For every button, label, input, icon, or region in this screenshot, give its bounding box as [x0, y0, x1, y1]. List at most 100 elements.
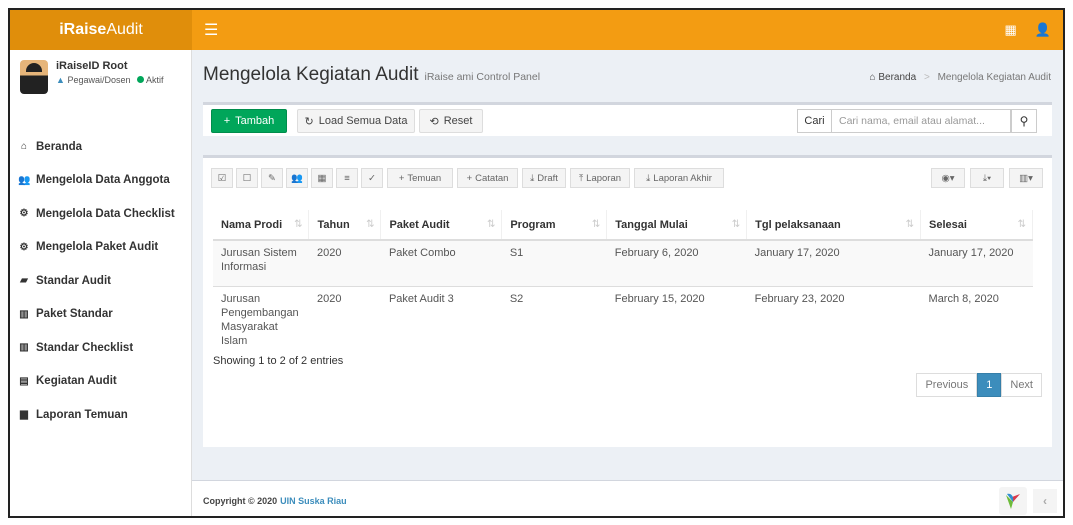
col-header-label: Tgl pelaksanaan — [755, 218, 841, 231]
previous-page-button[interactable]: Previous — [916, 373, 978, 397]
table-cell: February 15, 2020 — [606, 285, 747, 353]
sidebar: iRaiseID Root ▲ Pegawai/Dosen Aktif ⌂ Ber… — [10, 50, 192, 516]
home-icon: ⌂ — [869, 72, 876, 83]
main-content: Mengelola Kegiatan Audit iRaise ami Cont… — [192, 50, 1063, 490]
breadcrumb: ⌂ Beranda > Mengelola Kegiatan Audit — [870, 72, 1051, 83]
top-navbar: iRaise Audit ☰ ▦ 👤 — [10, 10, 1063, 50]
home-icon: ⌂ — [20, 141, 28, 153]
col-header-label: Tahun — [317, 218, 350, 231]
sidebar-item-kegiatan-audit[interactable]: ▤ Kegiatan Audit — [10, 365, 191, 399]
table-cell: 2020 — [308, 239, 381, 286]
logo-bold: iRaise — [59, 21, 107, 38]
col-header[interactable]: Selesai ⇅ — [920, 210, 1033, 241]
add-button[interactable]: + Tambah — [211, 109, 287, 133]
sort-icon: ⇅ — [591, 218, 601, 230]
reset-label: Reset — [443, 115, 473, 127]
sidebar-item-laporan-temuan[interactable]: ▆ Laporan Temuan — [10, 398, 191, 432]
pagination: Previous 1 Next — [916, 373, 1042, 397]
table-cell: January 17, 2020 — [920, 239, 1033, 286]
app-logo[interactable]: iRaise Audit — [10, 10, 192, 50]
user-icon: ▲ — [56, 75, 65, 85]
col-header[interactable]: Nama Prodi ⇅ — [213, 210, 310, 241]
audit-table: Nama Prodi ⇅ Tahun ⇅ Paket Audit ⇅ Program ⇅… — [213, 210, 1033, 353]
users-icon: 👥 — [291, 172, 303, 184]
col-header-label: Selesai — [929, 218, 967, 231]
col-header[interactable]: Program ⇅ — [501, 210, 608, 241]
sort-icon: ⇅ — [366, 218, 375, 230]
sidebar-item-data-checklist[interactable]: ⚙ Mengelola Data Checklist — [10, 197, 191, 231]
reset-button[interactable]: ⟲ Reset — [419, 109, 483, 133]
list-button[interactable]: ≡ — [336, 168, 358, 188]
sidebar-item-label: Mengelola Data Checklist — [36, 207, 175, 220]
sidebar-item-beranda[interactable]: ⌂ Beranda — [10, 130, 191, 164]
apps-grid-icon[interactable]: ▦ — [1005, 22, 1017, 38]
user-menu-icon[interactable]: 👤 — [1035, 22, 1051, 38]
export-button[interactable]: ⤓▾ — [970, 168, 1004, 188]
footer: Copyright © 2020 UIN Suska Riau ‹ — [192, 480, 1063, 516]
load-all-button[interactable]: ↻ Load Semua Data — [297, 109, 415, 133]
table-cell: 2020 — [308, 285, 381, 353]
copyright-text: Copyright © 2020 — [203, 495, 278, 506]
view-toggle-button[interactable]: ◉▾ — [931, 168, 965, 188]
col-header[interactable]: Tanggal Mulai ⇅ — [606, 210, 748, 241]
bar-chart-icon: ▥ — [19, 308, 29, 320]
user-name: iRaiseID Root — [56, 60, 128, 72]
refresh-icon: ↻ — [304, 115, 314, 128]
members-button[interactable]: 👥 — [286, 168, 308, 188]
search-input[interactable]: Cari nama, email atau alamat... — [831, 109, 1011, 133]
sort-icon: ⇅ — [1017, 218, 1026, 230]
reset-icon: ⟲ — [429, 115, 439, 128]
page-1-button[interactable]: 1 — [977, 373, 1002, 397]
col-header[interactable]: Paket Audit ⇅ — [380, 210, 503, 241]
table-cell: Paket Combo — [380, 239, 502, 286]
sidebar-item-data-anggota[interactable]: 👥 Mengelola Data Anggota — [10, 164, 191, 198]
table-cell: Jurusan Sistem Informasi — [213, 239, 309, 286]
table-row[interactable]: Jurusan Pengembangan Masyarakat Islam 20… — [213, 285, 1033, 353]
check-all-button[interactable]: ☑ — [211, 168, 233, 188]
col-header-label: Program — [510, 218, 556, 231]
next-page-button[interactable]: Next — [1001, 373, 1042, 397]
uncheck-all-button[interactable]: ☐ — [236, 168, 258, 188]
app-window: iRaise Audit ☰ ▦ 👤 iRaiseID Root ▲ Pegawa… — [8, 8, 1065, 518]
search-button[interactable]: ⚲ — [1011, 109, 1037, 133]
catatan-button[interactable]: + Catatan — [457, 168, 518, 188]
calendar-icon: ▦ — [317, 172, 327, 184]
collapse-arrow-icon[interactable]: ‹ — [1033, 489, 1057, 513]
sidebar-item-standar-audit[interactable]: ▰ Standar Audit — [10, 264, 191, 298]
sidebar-item-label: Mengelola Paket Audit — [36, 241, 159, 254]
sidebar-item-label: Standar Checklist — [36, 341, 134, 354]
sidebar-item-paket-standar[interactable]: ▥ Paket Standar — [10, 298, 191, 332]
menu-toggle-icon[interactable]: ☰ — [204, 20, 218, 40]
avatar — [20, 60, 48, 94]
sidebar-item-label: Paket Standar — [36, 308, 113, 321]
table-cell: March 8, 2020 — [920, 285, 1033, 353]
col-header[interactable]: Tahun ⇅ — [308, 210, 382, 241]
calendar-button[interactable]: ▦ — [311, 168, 333, 188]
plus-icon: + — [223, 115, 231, 127]
user-status: Aktif — [146, 75, 164, 85]
temuan-button[interactable]: + Temuan — [387, 168, 453, 188]
breadcrumb-home[interactable]: Beranda — [878, 72, 916, 83]
table-cell: Jurusan Pengembangan Masyarakat Islam — [213, 285, 309, 353]
page-header: Mengelola Kegiatan Audit iRaise ami Cont… — [203, 64, 540, 86]
org-link[interactable]: UIN Suska Riau — [280, 496, 347, 506]
search-label: Cari — [797, 109, 832, 133]
edit-button[interactable]: ✎ — [261, 168, 283, 188]
data-table-box: ☑ ☐ ✎ 👥 ▦ ≡ ✓ + Temuan + Catatan ⤓ Draft ⤒ L… — [203, 155, 1052, 447]
sidebar-item-paket-audit[interactable]: ⚙ Mengelola Paket Audit — [10, 231, 191, 265]
table-row[interactable]: Jurusan Sistem Informasi 2020 Paket Comb… — [213, 239, 1033, 286]
bar-chart-icon: ▥ — [19, 342, 29, 354]
col-header[interactable]: Tgl pelaksanaan ⇅ — [746, 210, 922, 241]
laporan-akhir-button[interactable]: ⤓ Laporan Akhir — [634, 168, 724, 188]
add-label: Tambah — [235, 115, 275, 127]
laporan-button[interactable]: ⤒ Laporan — [570, 168, 630, 188]
load-all-label: Load Semua Data — [318, 115, 408, 127]
draft-button[interactable]: ⤓ Draft — [522, 168, 566, 188]
download-icon: ⤓▾ — [982, 172, 992, 184]
breadcrumb-separator: > — [923, 72, 930, 83]
col-header-label: Paket Audit — [389, 218, 450, 231]
approve-button[interactable]: ✓ — [361, 168, 383, 188]
sidebar-item-standar-checklist[interactable]: ▥ Standar Checklist — [10, 331, 191, 365]
sidebar-item-label: Laporan Temuan — [36, 408, 128, 421]
columns-button[interactable]: ▥▾ — [1009, 168, 1043, 188]
